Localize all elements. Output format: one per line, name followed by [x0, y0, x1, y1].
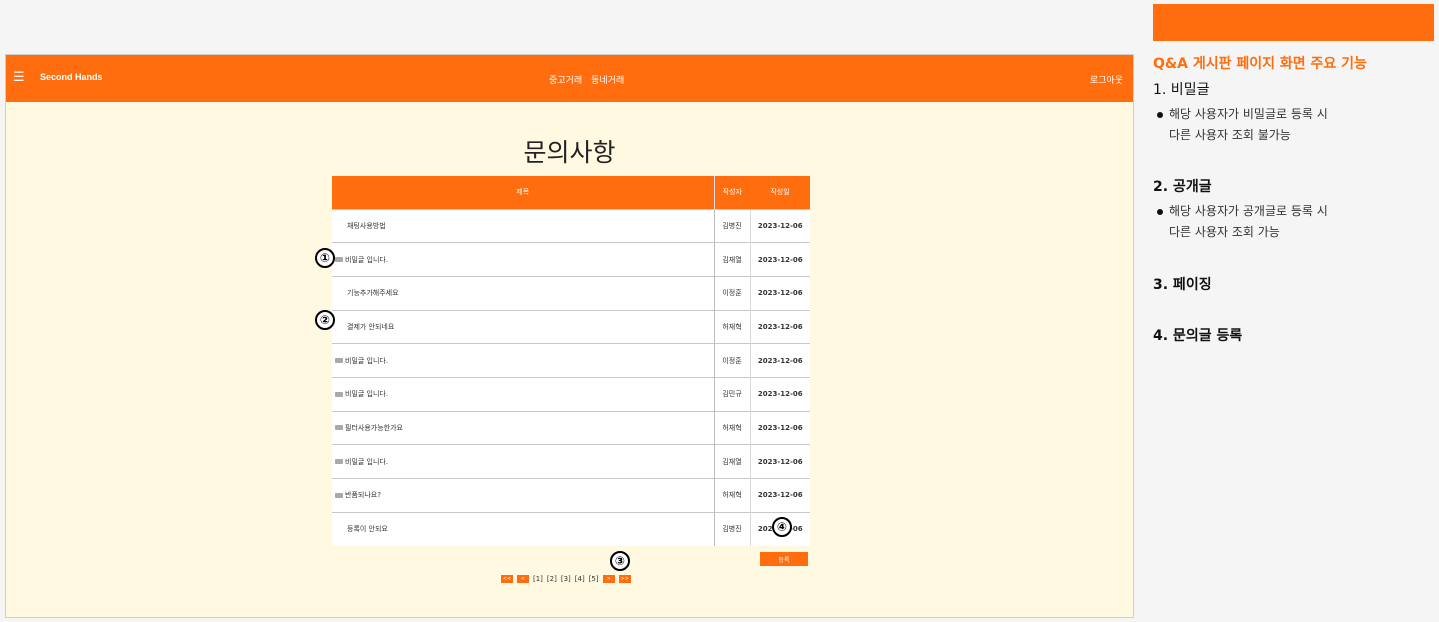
table-row[interactable]: 비밀글 입니다. 김민규 2023-12-06	[332, 376, 810, 412]
table-row[interactable]: 비밀글 입니다. 이정훈 2023-12-06	[332, 343, 810, 378]
post-author: 김재열	[713, 444, 750, 479]
pagination: << < [1] [2] [3] [4] [5] > >>	[501, 575, 631, 583]
annotation-line: 해당 사용자가 비밀글로 등록 시	[1169, 107, 1328, 121]
page-link-5[interactable]: [5]	[589, 575, 599, 583]
post-title[interactable]: 채팅사용방법	[347, 222, 386, 230]
post-title-cell[interactable]: 비밀글 입니다.	[332, 376, 714, 412]
brand-logo[interactable]: Second Hands	[40, 72, 103, 82]
post-author: 이정훈	[713, 275, 750, 311]
annotation-heading-1: 1. 비밀글	[1153, 82, 1210, 98]
annotation-title: Q&A 게시판 페이지 화면 주요 기능	[1153, 56, 1367, 72]
post-date: 2023-12-06	[749, 410, 810, 445]
post-date: 2023-12-06	[749, 376, 810, 412]
annotation-line: 해당 사용자가 공개글로 등록 시	[1169, 204, 1328, 218]
table-row[interactable]: 채팅사용방법 김병진 2023-12-06	[332, 208, 810, 243]
register-button[interactable]: 등록	[760, 552, 808, 566]
header-author: 작성자	[713, 176, 750, 209]
post-title-cell[interactable]: 필터사용가능한가요	[332, 410, 714, 445]
annotation-header-bar	[1153, 4, 1434, 41]
marker-3: ③	[610, 551, 630, 571]
post-date: 2023-12-06	[749, 242, 810, 277]
post-author: 허재혁	[713, 309, 750, 344]
post-title[interactable]: 필터사용가능한가요	[345, 424, 403, 432]
annotation-heading-2: 2. 공개글	[1153, 179, 1212, 195]
post-author: 이정훈	[713, 343, 750, 378]
top-navbar: ☰ Second Hands 중고거래 동네거래 로그아웃	[6, 55, 1133, 102]
post-author: 김병진	[713, 511, 750, 546]
table-row[interactable]: 반품되나요? 허재혁 2023-12-06	[332, 478, 810, 513]
table-row[interactable]: 비밀글 입니다. 김재열 2023-12-06	[332, 242, 810, 277]
table-row[interactable]: 기능추가해주세요 이정훈 2023-12-06	[332, 275, 810, 311]
annotation-line: 다른 사용자 조회 가능	[1169, 225, 1280, 239]
table-row[interactable]: 결제가 안되네요 허재혁 2023-12-06	[332, 309, 810, 344]
post-title[interactable]: 결제가 안되네요	[347, 323, 394, 331]
annotation-line: 다른 사용자 조회 불가능	[1169, 128, 1291, 142]
page-link-3[interactable]: [3]	[561, 575, 571, 583]
lock-icon	[335, 459, 343, 465]
last-page-button[interactable]: >>	[618, 575, 631, 583]
table-row[interactable]: 비밀글 입니다. 김재열 2023-12-06	[332, 444, 810, 479]
marker-2: ②	[315, 310, 335, 330]
post-title-cell[interactable]: 비밀글 입니다.	[332, 343, 714, 378]
header-title: 제목	[332, 176, 714, 209]
page-link-1[interactable]: [1]	[533, 575, 543, 583]
annotation-heading-4: 4. 문의글 등록	[1153, 328, 1243, 344]
post-title-cell[interactable]: 등록이 안되요	[332, 511, 714, 546]
post-date: 2023-12-06	[749, 275, 810, 311]
post-date: 2023-12-06	[749, 309, 810, 344]
table-row[interactable]: 등록이 안되요 김병진 2023-12-06	[332, 511, 810, 546]
post-author: 김병진	[713, 208, 750, 243]
header-date: 작성일	[750, 176, 810, 209]
page-title: 문의사항	[523, 138, 616, 167]
bullet-icon	[1157, 111, 1163, 118]
post-date: 2023-12-06	[749, 478, 810, 513]
menu-icon[interactable]: ☰	[13, 70, 25, 86]
bullet-icon	[1157, 208, 1163, 215]
main-nav: 중고거래 동네거래	[549, 73, 624, 86]
post-title[interactable]: 비밀글 입니다.	[345, 256, 388, 264]
post-author: 김재열	[713, 242, 750, 277]
post-title[interactable]: 반품되나요?	[345, 491, 381, 499]
lock-icon	[335, 425, 343, 431]
marker-1: ①	[315, 248, 335, 268]
post-title-cell[interactable]: 기능추가해주세요	[332, 275, 714, 311]
annotation-body-1: 해당 사용자가 비밀글로 등록 시 다른 사용자 조회 불가능	[1157, 104, 1328, 146]
prev-page-button[interactable]: <	[517, 575, 529, 583]
nav-used-trade[interactable]: 중고거래	[549, 73, 582, 86]
post-title[interactable]: 비밀글 입니다.	[345, 458, 388, 466]
lock-icon	[335, 257, 343, 263]
annotation-heading-3: 3. 페이징	[1153, 277, 1212, 293]
page-link-4[interactable]: [4]	[575, 575, 585, 583]
post-date: 2023-12-06	[749, 444, 810, 479]
qna-table: 제목 작성자 작성일 채팅사용방법 김병진 2023-12-06 비밀글 입니다…	[332, 176, 810, 546]
post-title-cell[interactable]: 반품되나요?	[332, 478, 714, 513]
table-header-row: 제목 작성자 작성일	[332, 176, 810, 209]
nav-local-trade[interactable]: 동네거래	[591, 73, 624, 86]
lock-icon	[335, 492, 343, 498]
marker-4: ④	[772, 517, 792, 537]
post-title-cell[interactable]: 채팅사용방법	[332, 208, 714, 243]
post-title[interactable]: 기능추가해주세요	[347, 289, 399, 297]
post-author: 허재혁	[713, 478, 750, 513]
post-title-cell[interactable]: 결제가 안되네요	[332, 309, 714, 344]
post-author: 김민규	[713, 376, 750, 412]
post-title-cell[interactable]: 비밀글 입니다.	[332, 444, 714, 479]
app-screenshot: ☰ Second Hands 중고거래 동네거래 로그아웃 문의사항 제목 작성…	[5, 54, 1134, 618]
post-title[interactable]: 비밀글 입니다.	[345, 390, 388, 398]
post-title-cell[interactable]: 비밀글 입니다.	[332, 242, 714, 277]
next-page-button[interactable]: >	[602, 575, 615, 583]
annotation-body-2: 해당 사용자가 공개글로 등록 시 다른 사용자 조회 가능	[1157, 201, 1328, 243]
lock-icon	[335, 391, 343, 397]
post-title[interactable]: 비밀글 입니다.	[345, 357, 388, 365]
post-date: 2023-12-06	[749, 208, 810, 243]
post-author: 허재혁	[713, 410, 750, 445]
post-title[interactable]: 등록이 안되요	[347, 525, 388, 533]
lock-icon	[335, 358, 343, 364]
post-date: 2023-12-06	[749, 343, 810, 378]
page-link-2[interactable]: [2]	[547, 575, 557, 583]
table-row[interactable]: 필터사용가능한가요 허재혁 2023-12-06	[332, 410, 810, 445]
first-page-button[interactable]: <<	[501, 575, 513, 583]
logout-link[interactable]: 로그아웃	[1090, 73, 1123, 86]
